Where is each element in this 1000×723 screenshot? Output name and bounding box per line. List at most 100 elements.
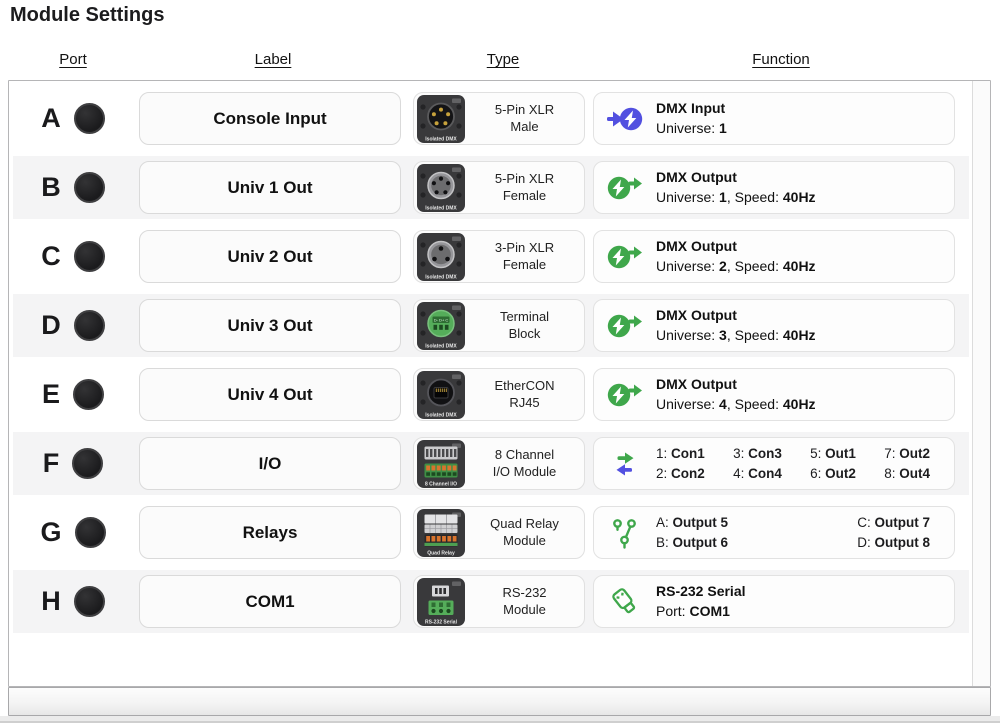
svg-text:8 Channel I/O: 8 Channel I/O — [425, 481, 457, 487]
window-bottom-edge — [0, 716, 1000, 723]
module-row-H: H COM1 RS-232 Serial RS-232 Module RS-232 S… — [13, 567, 969, 636]
port-status-led — [73, 586, 105, 617]
io-arrows-icon — [607, 450, 643, 478]
type-label: EtherCON RJ45 — [494, 377, 555, 410]
channel-assignment: 5: Out1 — [810, 445, 856, 461]
port-letter: A — [41, 103, 61, 133]
function-cell[interactable]: DMX Output Universe: 3, Speed: 40Hz — [593, 299, 955, 352]
function-cell[interactable]: DMX Input Universe: 1 — [593, 92, 955, 145]
channel-assignment: A: Output 5 — [656, 514, 729, 530]
module-row-B: B Univ 1 Out Isolated DMX 5-Pin XLR Female … — [13, 153, 969, 222]
type-cell[interactable]: 8 Channel I/O 8 Channel I/O Module — [413, 437, 585, 490]
function-cell[interactable]: DMX Output Universe: 2, Speed: 40Hz — [593, 230, 955, 283]
type-cell[interactable]: RS-232 Serial RS-232 Module — [413, 575, 585, 628]
port-cell-F: F — [13, 448, 133, 479]
label-field[interactable]: Univ 3 Out — [139, 299, 401, 352]
port-cell-D: D — [13, 310, 133, 341]
module-rows: A Console Input Isolated DMX 5-Pin XLR Male… — [13, 84, 969, 636]
port-status-led — [73, 310, 105, 341]
function-description: DMX Output Universe: 4, Speed: 40Hz — [656, 375, 816, 412]
function-channel-map: 1: Con1 2: Con2 3: Con3 4: Con4 5: Out1 6: Ou… — [656, 444, 944, 483]
svg-text:D- D+ C: D- D+ C — [434, 317, 449, 322]
label-field[interactable]: I/O — [139, 437, 401, 490]
channel-column: 7: Out2 8: Out4 — [884, 444, 930, 483]
channel-column: 5: Out1 6: Out2 — [810, 444, 856, 483]
channel-assignment: D: Output 8 — [857, 534, 930, 550]
ethercon-icon: Isolated DMX — [417, 370, 465, 419]
function-cell[interactable]: DMX Output Universe: 1, Speed: 40Hz — [593, 161, 955, 214]
module-table: A Console Input Isolated DMX 5-Pin XLR Male… — [8, 80, 991, 687]
port-letter: G — [40, 517, 62, 547]
label-field[interactable]: Console Input — [139, 92, 401, 145]
label-field[interactable]: Univ 2 Out — [139, 230, 401, 283]
port-status-led — [73, 241, 105, 272]
port-cell-E: E — [13, 379, 133, 410]
module-row-C: C Univ 2 Out Isolated DMX 3-Pin XLR Female … — [13, 222, 969, 291]
label-field[interactable]: COM1 — [139, 575, 401, 628]
type-cell[interactable]: Quad Relay Quad Relay Module — [413, 506, 585, 559]
function-cell[interactable]: A: Output 5 B: Output 6 C: Output 7 D: Outp… — [593, 506, 955, 559]
type-cell[interactable]: Isolated DMX 5-Pin XLR Female — [413, 161, 585, 214]
port-status-led — [74, 517, 106, 548]
port-status-led — [73, 172, 105, 203]
relay-switch-icon — [607, 517, 643, 549]
label-field[interactable]: Univ 1 Out — [139, 161, 401, 214]
type-cell[interactable]: Isolated DMX EtherCON RJ45 — [413, 368, 585, 421]
function-cell[interactable]: 1: Con1 2: Con2 3: Con3 4: Con4 5: Out1 6: Ou… — [593, 437, 955, 490]
module-row-D: D Univ 3 Out D- D+ C Isolated DMX Terminal… — [13, 291, 969, 360]
port-cell-G: G — [13, 517, 133, 548]
function-cell[interactable]: DMX Output Universe: 4, Speed: 40Hz — [593, 368, 955, 421]
port-cell-B: B — [13, 172, 133, 203]
dmx-output-icon — [607, 312, 643, 340]
function-description: RS-232 Serial Port: COM1 — [656, 582, 746, 619]
svg-text:Isolated DMX: Isolated DMX — [425, 205, 457, 211]
port-letter: B — [41, 172, 61, 202]
horizontal-scrollbar-track[interactable] — [8, 687, 991, 716]
type-label: Quad Relay Module — [490, 515, 559, 548]
column-header-port: Port — [59, 51, 87, 68]
port-status-led — [73, 379, 104, 410]
terminal-block-icon: D- D+ C Isolated DMX — [417, 301, 465, 350]
port-status-led — [73, 103, 105, 134]
channel-column: 1: Con1 2: Con2 — [656, 444, 705, 483]
channel-assignment: 1: Con1 — [656, 445, 705, 461]
vertical-scrollbar-track[interactable] — [972, 81, 990, 686]
module-row-F: F I/O 8 Channel I/O 8 Channel I/O Module 1:… — [13, 429, 969, 498]
type-cell[interactable]: Isolated DMX 5-Pin XLR Male — [413, 92, 585, 145]
channel-assignment: B: Output 6 — [656, 534, 729, 550]
function-description: DMX Output Universe: 2, Speed: 40Hz — [656, 237, 816, 274]
dmx-output-icon — [607, 174, 643, 202]
svg-text:Isolated DMX: Isolated DMX — [425, 274, 457, 280]
svg-text:Isolated DMX: Isolated DMX — [425, 343, 457, 349]
function-channel-map: A: Output 5 B: Output 6 C: Output 7 D: Outp… — [656, 513, 944, 552]
port-status-led — [72, 448, 104, 479]
channel-column: 3: Con3 4: Con4 — [733, 444, 782, 483]
column-header-type: Type — [486, 51, 520, 68]
serial-connector-icon — [607, 586, 643, 618]
module-row-E: E Univ 4 Out Isolated DMX EtherCON RJ45 DMX… — [13, 360, 969, 429]
port-cell-H: H — [13, 586, 133, 617]
type-label: 5-Pin XLR Female — [494, 170, 555, 203]
svg-text:Isolated DMX: Isolated DMX — [425, 136, 457, 142]
svg-text:Isolated DMX: Isolated DMX — [425, 412, 457, 418]
dmx-input-icon — [607, 105, 643, 133]
label-field[interactable]: Relays — [139, 506, 401, 559]
type-label: Terminal Block — [499, 308, 550, 341]
type-cell[interactable]: D- D+ C Isolated DMX Terminal Block — [413, 299, 585, 352]
channel-assignment: C: Output 7 — [857, 514, 930, 530]
function-cell[interactable]: RS-232 Serial Port: COM1 — [593, 575, 955, 628]
channel-assignment: 4: Con4 — [733, 465, 782, 481]
type-label: RS-232 Module — [502, 584, 547, 617]
xlr-3-female-icon: Isolated DMX — [417, 232, 465, 281]
type-cell[interactable]: Isolated DMX 3-Pin XLR Female — [413, 230, 585, 283]
module-row-G: G Relays Quad Relay Quad Relay Module A: Ou… — [13, 498, 969, 567]
column-headers: Port Label Type Function — [13, 51, 969, 68]
channel-assignment: 8: Out4 — [884, 465, 930, 481]
function-description: DMX Output Universe: 1, Speed: 40Hz — [656, 168, 816, 205]
port-letter: E — [41, 379, 60, 409]
svg-text:Quad Relay: Quad Relay — [427, 550, 455, 556]
channel-column: A: Output 5 B: Output 6 — [656, 513, 728, 552]
column-header-label: Label — [254, 51, 292, 68]
dmx-output-icon — [607, 381, 643, 409]
label-field[interactable]: Univ 4 Out — [139, 368, 401, 421]
